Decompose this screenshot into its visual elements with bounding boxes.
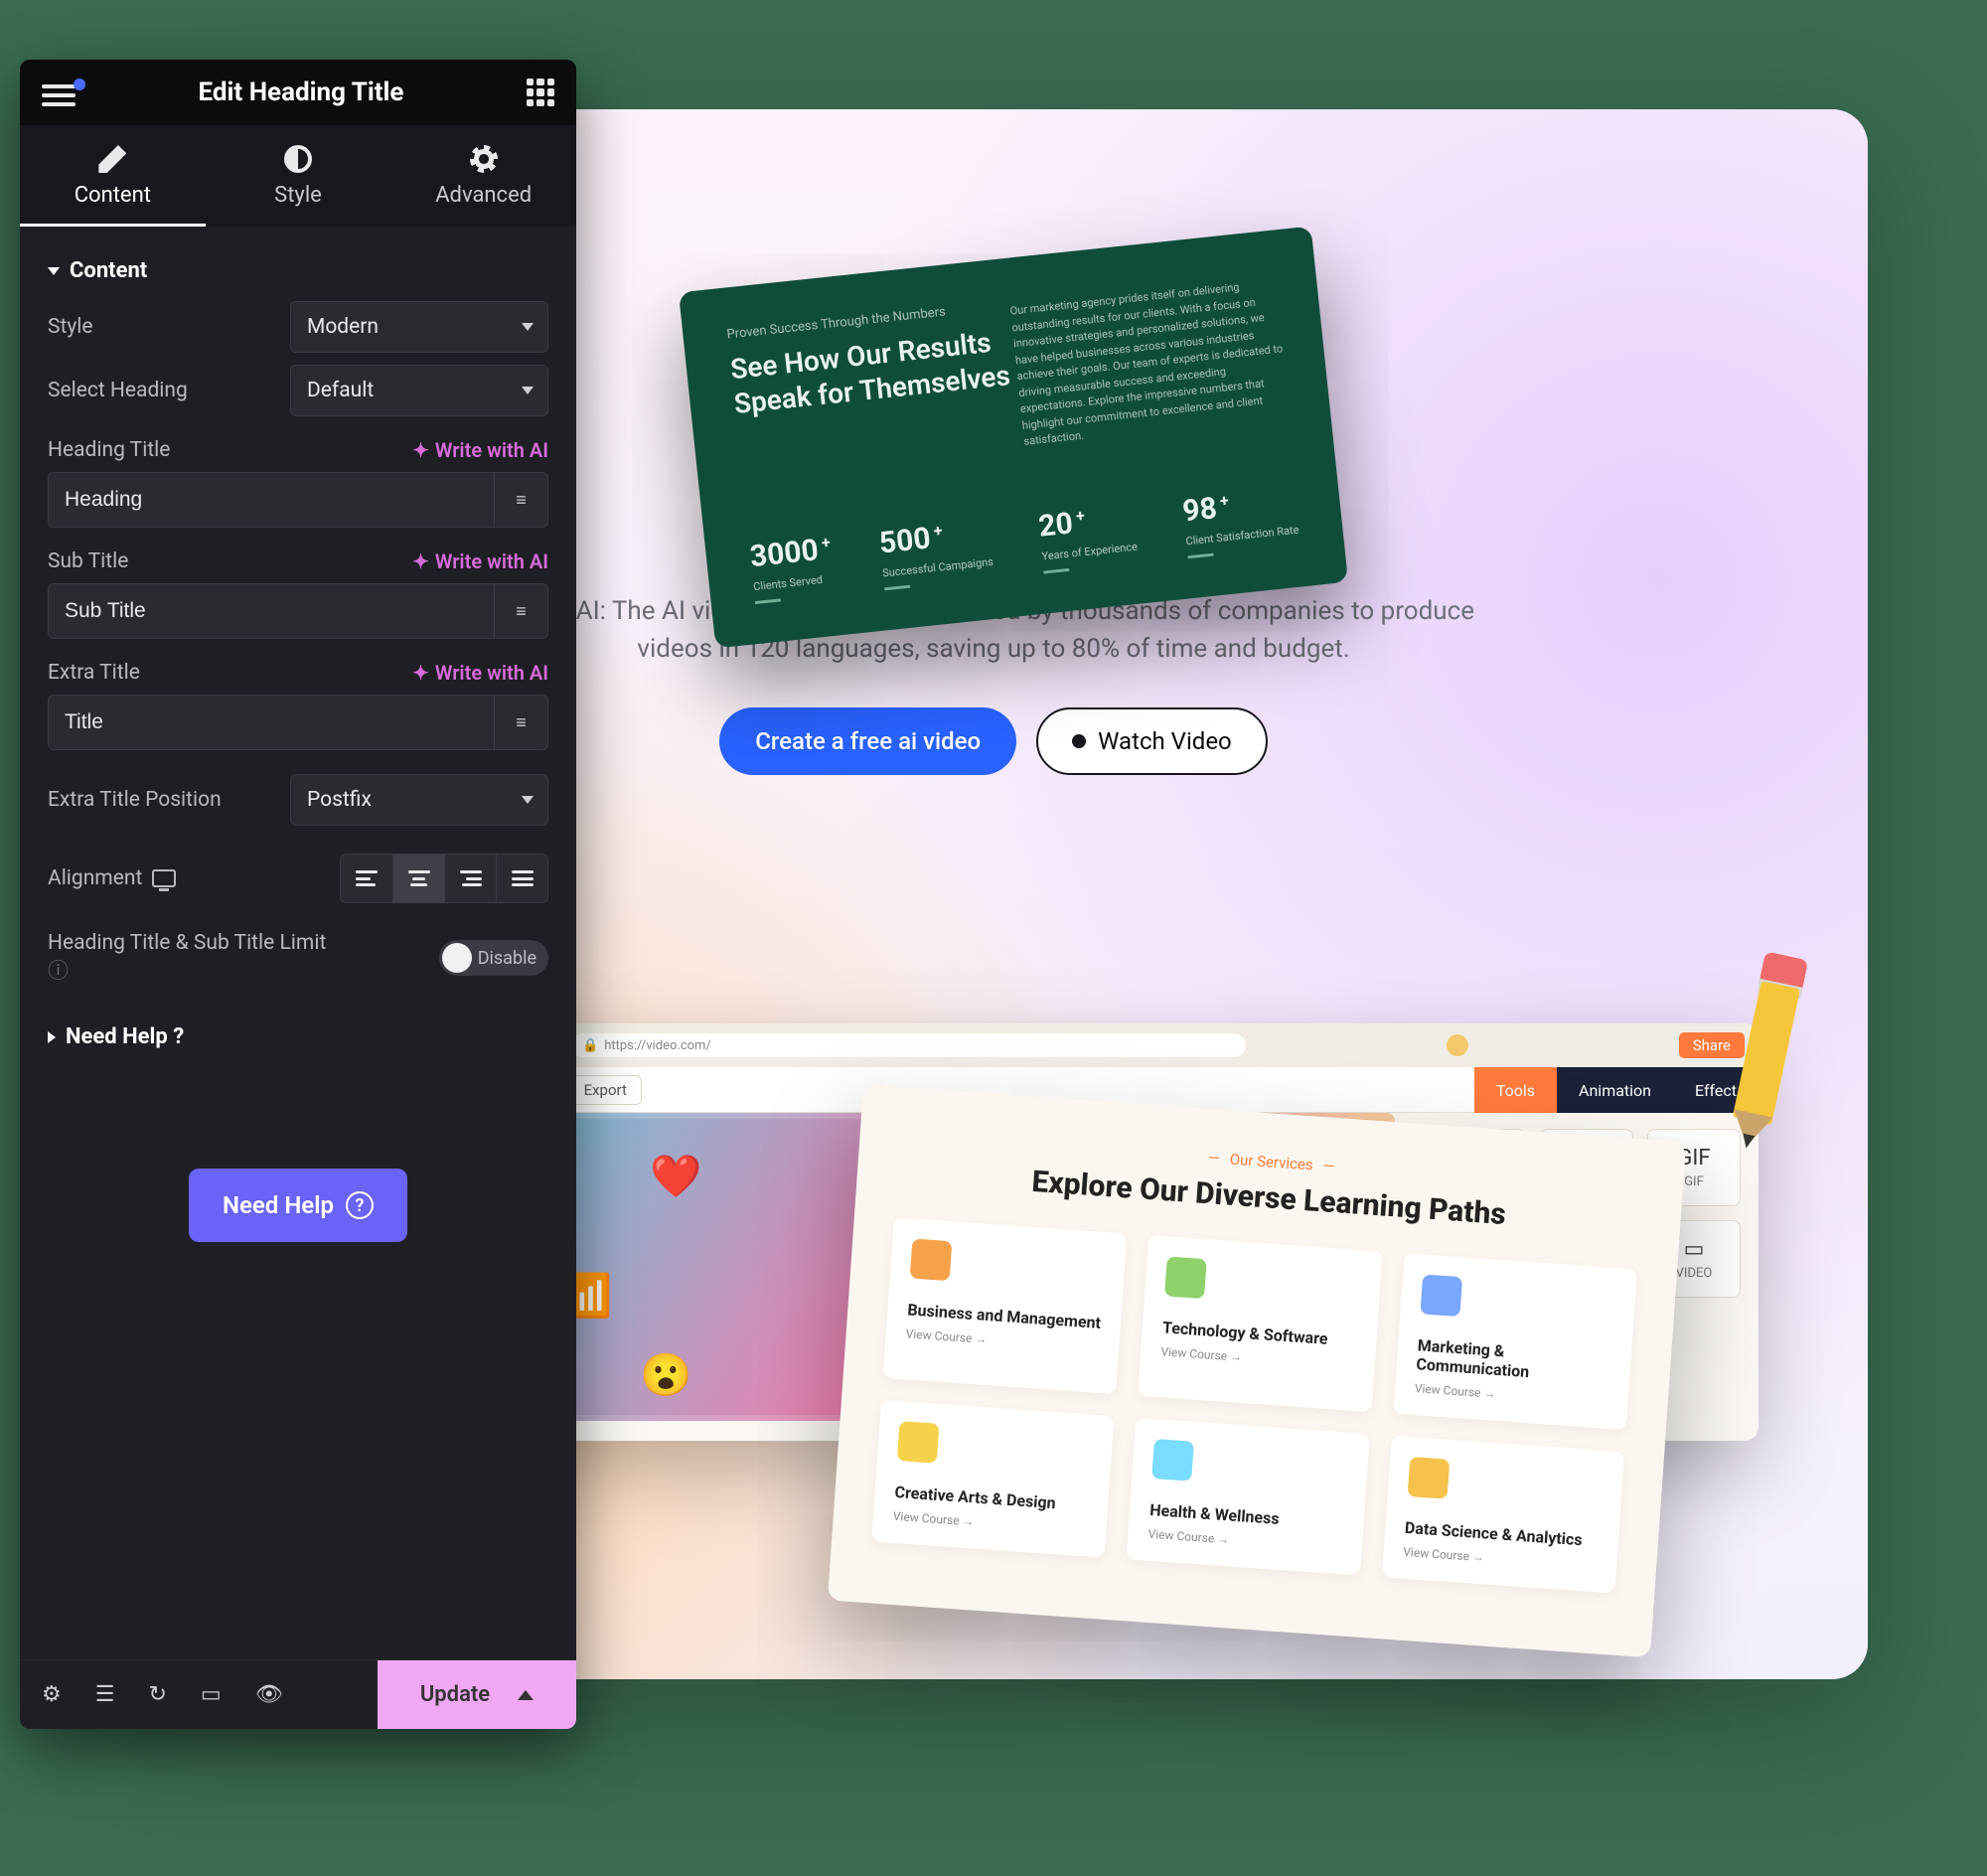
- stats-desc: Our marketing agency prides itself on de…: [1009, 275, 1292, 450]
- dynamic-tags-icon[interactable]: ≡: [494, 584, 547, 638]
- preview-icon[interactable]: 👁: [255, 1682, 283, 1707]
- label-heading-title: Heading Title: [48, 438, 170, 462]
- address-bar[interactable]: 🔒 https://video.com/: [570, 1033, 1246, 1057]
- course-card[interactable]: Creative Arts & DesignView Course: [871, 1400, 1115, 1558]
- stat-item: 500+Successful Campaigns: [877, 515, 994, 590]
- section-content[interactable]: Content: [48, 258, 548, 283]
- gear-icon: [470, 145, 498, 173]
- cta-create-button[interactable]: Create a free ai video: [719, 707, 1016, 775]
- label-extra-pos: Extra Title Position: [48, 788, 222, 812]
- label-limit: Heading Title & Sub Title Limit ⓘ: [48, 931, 346, 985]
- select-style[interactable]: Modern: [290, 301, 548, 353]
- dynamic-tags-icon[interactable]: ≡: [494, 473, 547, 527]
- responsive-mode-icon[interactable]: ▭: [201, 1682, 222, 1707]
- caret-down-icon: [48, 267, 60, 275]
- tab-advanced[interactable]: Advanced: [390, 125, 576, 227]
- need-help-button[interactable]: Need Help?: [189, 1169, 407, 1242]
- stat-item: 20+Years of Experience: [1037, 500, 1140, 574]
- caret-right-icon: [48, 1031, 56, 1043]
- label-sub-title: Sub Title: [48, 549, 128, 573]
- dynamic-tags-icon[interactable]: ≡: [494, 696, 547, 749]
- apps-icon[interactable]: [527, 78, 554, 106]
- label-style: Style: [48, 315, 93, 339]
- write-ai-heading[interactable]: ✦Write with AI: [412, 438, 548, 462]
- course-card[interactable]: Technology & SoftwareView Course: [1138, 1235, 1382, 1412]
- label-alignment: Alignment: [48, 866, 176, 890]
- course-card[interactable]: Business and ManagementView Course: [883, 1217, 1128, 1394]
- stats-card: Proven Success Through the Numbers See H…: [679, 227, 1348, 649]
- navigator-icon[interactable]: ☰: [95, 1682, 115, 1707]
- course-card[interactable]: Health & WellnessView Course: [1127, 1418, 1370, 1576]
- history-icon[interactable]: ↻: [148, 1682, 166, 1707]
- play-icon: [1072, 734, 1086, 748]
- course-card[interactable]: Data Science & AnalyticsView Course: [1382, 1436, 1625, 1594]
- editor-panel: Edit Heading Title Content Style Advance…: [20, 60, 576, 1729]
- stat-item: 3000+Clients Served: [748, 532, 836, 604]
- write-ai-extra[interactable]: ✦Write with AI: [412, 661, 548, 685]
- toggle-limit[interactable]: Disable: [439, 940, 548, 976]
- settings-icon[interactable]: ⚙: [42, 1682, 62, 1707]
- tab-content[interactable]: Content: [20, 125, 206, 227]
- input-sub-title[interactable]: [49, 584, 494, 638]
- section-need-help[interactable]: Need Help ?: [48, 1024, 548, 1049]
- update-button[interactable]: Update: [378, 1660, 576, 1729]
- responsive-icon[interactable]: [152, 869, 176, 887]
- write-ai-sub[interactable]: ✦Write with AI: [412, 549, 548, 573]
- export-button[interactable]: Export: [569, 1075, 642, 1105]
- cta-watch-button[interactable]: Watch Video: [1036, 707, 1268, 775]
- align-left-button[interactable]: [341, 855, 392, 902]
- panel-title: Edit Heading Title: [199, 78, 404, 107]
- select-heading[interactable]: Default: [290, 365, 548, 416]
- avatar-icon[interactable]: [1447, 1034, 1468, 1056]
- input-extra-title[interactable]: [49, 696, 494, 749]
- contrast-icon: [284, 145, 312, 173]
- align-center-button[interactable]: [392, 855, 444, 902]
- tab-animation[interactable]: Animation: [1557, 1067, 1673, 1113]
- label-select-heading: Select Heading: [48, 379, 188, 402]
- pencil-icon: [98, 145, 126, 173]
- label-extra-title: Extra Title: [48, 661, 140, 685]
- stats-title: See How Our Results Speak for Themselves: [728, 323, 1012, 421]
- stat-item: 98+Client Satisfaction Rate: [1181, 483, 1300, 559]
- align-justify-button[interactable]: [496, 855, 547, 902]
- tab-style[interactable]: Style: [206, 125, 391, 227]
- align-right-button[interactable]: [444, 855, 496, 902]
- menu-icon[interactable]: [42, 79, 76, 105]
- course-card[interactable]: Marketing & CommunicationView Course: [1393, 1253, 1637, 1430]
- input-heading-title[interactable]: [49, 473, 494, 527]
- tab-tools[interactable]: Tools: [1474, 1067, 1557, 1113]
- chevron-up-icon: [518, 1690, 534, 1700]
- courses-card: Our Services Explore Our Diverse Learnin…: [828, 1085, 1686, 1658]
- select-extra-pos[interactable]: Postfix: [290, 774, 548, 826]
